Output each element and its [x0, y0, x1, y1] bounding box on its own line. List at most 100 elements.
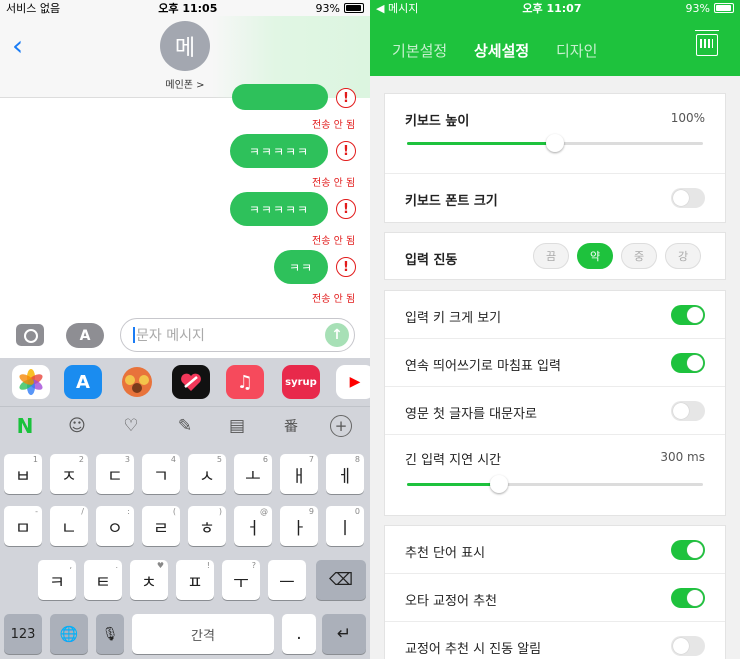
pen-icon[interactable]: ✎ — [172, 413, 198, 439]
key[interactable]: ㅂ1 — [4, 454, 42, 494]
heart-icon[interactable]: ♡ — [118, 413, 144, 439]
vibration-option-medium[interactable]: 중 — [621, 243, 657, 269]
keyboard-icon[interactable] — [695, 30, 719, 56]
key[interactable]: ㄹ( — [142, 506, 180, 546]
photos-icon[interactable] — [12, 365, 50, 399]
translate-icon[interactable]: 番 — [278, 413, 304, 439]
backspace-key-icon[interactable]: ⌫ — [316, 560, 366, 600]
app-store-button-icon[interactable]: A — [66, 323, 104, 348]
contact-avatar[interactable]: 메 — [160, 21, 210, 71]
tab-design[interactable]: 디자인 — [556, 40, 597, 61]
back-to-app-label[interactable]: ◀ 메시지 — [376, 0, 418, 16]
key-hint: 9 — [308, 507, 314, 516]
key-label: ㅓ — [245, 518, 261, 539]
key[interactable]: ㄴ / — [50, 506, 88, 546]
key-hint: 6 — [262, 455, 268, 464]
key[interactable]: ㅐ7 — [280, 454, 318, 494]
key[interactable]: ㅇ: — [96, 506, 134, 546]
message-bubble[interactable] — [232, 84, 328, 110]
key-hint: ! — [206, 561, 210, 570]
key[interactable]: ㄷ3 — [96, 454, 134, 494]
settings-card-input: 입력 키 크게 보기 연속 띄어쓰기로 마침표 입력 영문 첫 글자를 대문자로… — [384, 290, 726, 516]
send-arrow-icon[interactable]: ↑ — [325, 323, 349, 347]
emoji-icon[interactable]: ☺ — [64, 413, 90, 439]
message-bubble[interactable]: ㅋㅋㅋㅋㅋ — [230, 192, 328, 226]
key[interactable]: ㅡ — [268, 560, 306, 600]
microphone-icon[interactable]: 🎙 — [96, 614, 124, 654]
key-label: ㅣ — [337, 518, 353, 539]
youtube-icon[interactable]: ▶ — [336, 365, 370, 399]
double-space-toggle[interactable] — [671, 353, 705, 373]
message-bubble[interactable]: ㅋㅋ — [274, 250, 328, 284]
key[interactable]: ㄱ4 — [142, 454, 180, 494]
numbers-key[interactable]: 123 — [4, 614, 42, 654]
music-icon[interactable]: ♫ — [226, 365, 264, 399]
error-icon[interactable]: ! — [336, 141, 356, 161]
key-hint: 0 — [354, 507, 360, 516]
key[interactable]: ㅋ, — [38, 560, 76, 600]
naver-logo-icon[interactable]: N — [12, 413, 38, 439]
memo-icon[interactable]: ▤ — [224, 413, 250, 439]
key-label: ㅡ — [279, 572, 295, 593]
key-label: ㅏ — [291, 518, 307, 539]
digital-touch-icon[interactable] — [172, 365, 210, 399]
font-size-toggle[interactable] — [671, 188, 705, 208]
status-time: 오후 11:05 — [158, 2, 218, 15]
setting-label: 키보드 폰트 크기 — [405, 194, 498, 209]
correct-vibration-toggle[interactable] — [671, 636, 705, 656]
globe-icon[interactable]: 🌐 — [50, 614, 88, 654]
memoji-icon[interactable] — [118, 365, 156, 399]
key-hint: 7 — [308, 455, 314, 464]
key-hint: 8 — [354, 455, 360, 464]
key[interactable]: ㅏ9 — [280, 506, 318, 546]
message-input[interactable]: 문자 메시지 ↑ — [120, 318, 355, 352]
setting-label: 입력 진동 — [405, 253, 458, 268]
key[interactable]: ㅓ @ — [234, 506, 272, 546]
syrup-icon[interactable]: syrup — [282, 365, 320, 399]
key[interactable]: ㅜ? — [222, 560, 260, 600]
setting-suggestions: 추천 단어 표시 — [385, 526, 725, 574]
key[interactable]: ㅣ0 — [326, 506, 364, 546]
key[interactable]: ㅔ8 — [326, 454, 364, 494]
key[interactable]: ㅍ! — [176, 560, 214, 600]
key[interactable]: ㅌ. — [84, 560, 122, 600]
tab-advanced[interactable]: 상세설정 — [474, 40, 529, 61]
add-icon[interactable]: + — [330, 415, 352, 437]
vibration-option-weak[interactable]: 약 — [577, 243, 613, 269]
camera-icon[interactable] — [16, 324, 44, 346]
tab-basic[interactable]: 기본설정 — [392, 40, 447, 61]
key[interactable]: ㅁ- — [4, 506, 42, 546]
back-chevron-icon[interactable]: ‹ — [12, 32, 23, 60]
keyboard-toolbar: N ☺ ♡ ✎ ▤ 番 + — [0, 406, 370, 444]
long-press-slider[interactable] — [407, 475, 703, 493]
key[interactable]: ㅊ ♥ — [130, 560, 168, 600]
key-hint: ♥ — [156, 561, 164, 570]
slider-thumb[interactable] — [546, 134, 564, 152]
key[interactable]: ㅎ) — [188, 506, 226, 546]
autocorrect-toggle[interactable] — [671, 588, 705, 608]
message-bubble[interactable]: ㅋㅋㅋㅋㅋ — [230, 134, 328, 168]
error-icon[interactable]: ! — [336, 257, 356, 277]
vibration-option-off[interactable]: 끔 — [533, 243, 569, 269]
period-key[interactable]: . — [282, 614, 316, 654]
key-hint: @ — [260, 507, 268, 516]
space-key[interactable]: 간격 — [132, 614, 274, 654]
key[interactable]: ㅅ5 — [188, 454, 226, 494]
error-icon[interactable]: ! — [336, 199, 356, 219]
auto-capitalize-toggle[interactable] — [671, 401, 705, 421]
key-label: ㄹ — [153, 518, 169, 539]
key[interactable]: ㅗ6 — [234, 454, 272, 494]
keyboard-height-slider[interactable] — [407, 134, 703, 152]
message-list: ! 전송 안 됨 ㅋㅋㅋㅋㅋ ! 전송 안 됨 ㅋㅋㅋㅋㅋ ! 전송 안 됨 ㅋ… — [0, 84, 370, 310]
setting-double-space: 연속 띄어쓰기로 마침표 입력 — [385, 339, 725, 387]
large-key-toggle[interactable] — [671, 305, 705, 325]
suggestions-toggle[interactable] — [671, 540, 705, 560]
app-store-icon[interactable]: A — [64, 365, 102, 399]
slider-thumb[interactable] — [489, 475, 508, 493]
setting-label: 긴 입력 지연 시간 — [405, 453, 502, 468]
key[interactable]: ㅈ2 — [50, 454, 88, 494]
return-key-icon[interactable]: ↵ — [322, 614, 366, 654]
key-hint: . — [115, 561, 118, 570]
vibration-option-strong[interactable]: 강 — [665, 243, 701, 269]
error-icon[interactable]: ! — [336, 88, 356, 108]
